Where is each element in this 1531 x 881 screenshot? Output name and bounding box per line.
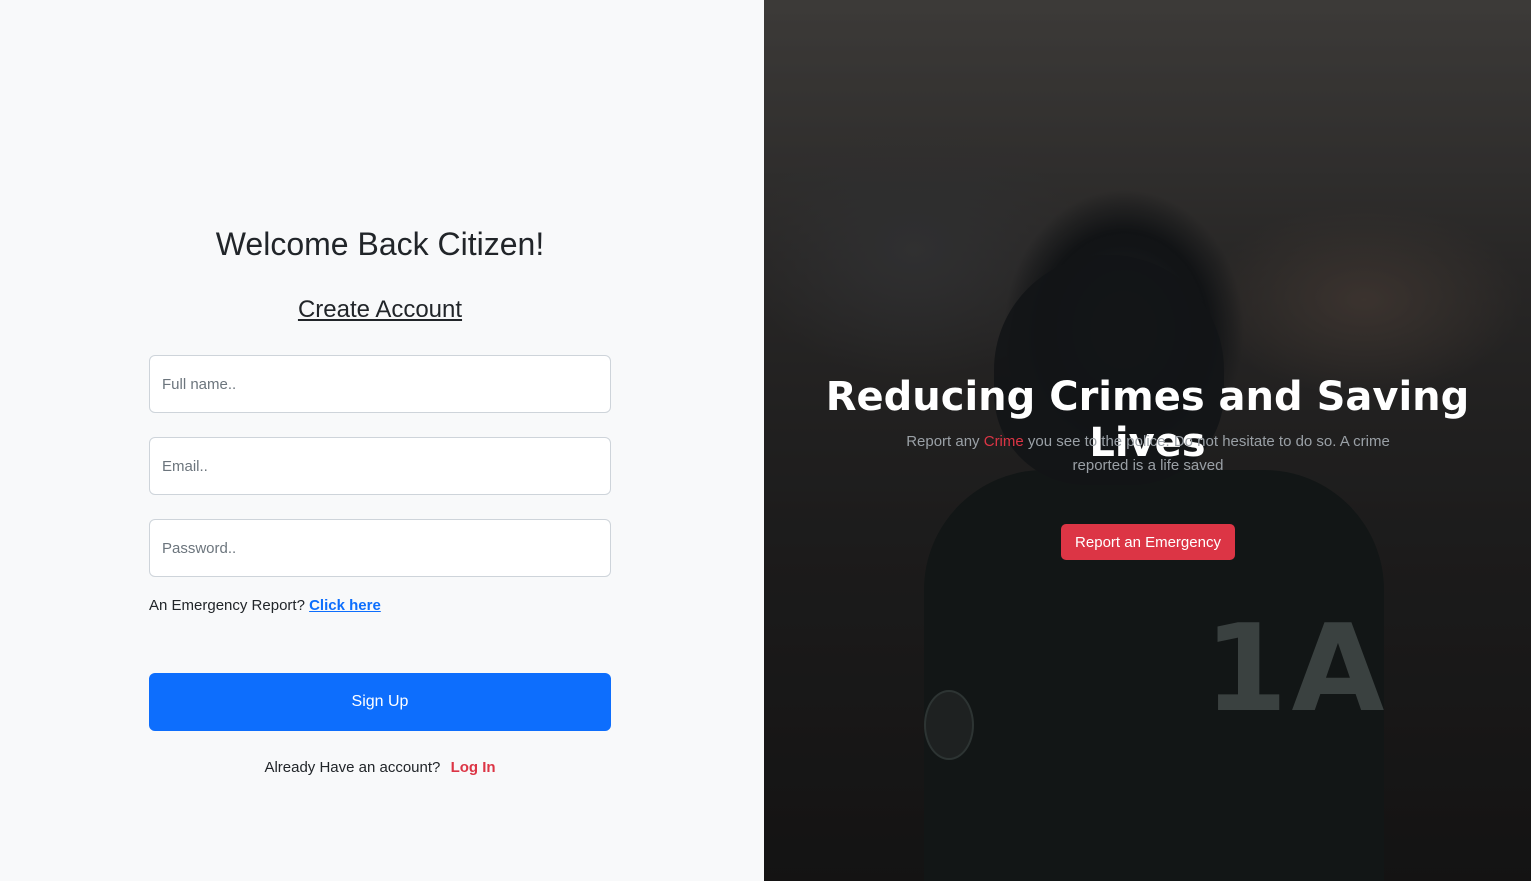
hero-subtitle: Report any Crime you see to the police. … [882, 430, 1414, 478]
create-account-heading[interactable]: Create Account [0, 296, 760, 324]
login-line: Already Have an account? Log In [0, 759, 760, 776]
signup-panel: Welcome Back Citizen! Create Account An … [0, 0, 764, 881]
emergency-report-line: An Emergency Report? Click here [149, 597, 381, 614]
email-input[interactable] [149, 437, 611, 495]
hero-subtitle-after: you see to the police. Do not hesitate t… [1023, 433, 1390, 474]
welcome-heading: Welcome Back Citizen! [215, 226, 545, 262]
emergency-prompt: An Emergency Report? [149, 597, 305, 614]
report-emergency-button[interactable]: Report an Emergency [1061, 524, 1235, 560]
login-link[interactable]: Log In [451, 759, 496, 776]
password-input[interactable] [149, 519, 611, 577]
signup-button[interactable]: Sign Up [149, 673, 611, 731]
emergency-click-here-link[interactable]: Click here [309, 597, 381, 614]
hero-subtitle-highlight: Crime [983, 433, 1024, 450]
fullname-input[interactable] [149, 355, 611, 413]
login-prompt: Already Have an account? [264, 759, 441, 776]
hero-subtitle-before: Report any [906, 433, 984, 450]
hero-panel: 1A Reducing Crimes and Saving Lives Repo… [764, 0, 1531, 881]
